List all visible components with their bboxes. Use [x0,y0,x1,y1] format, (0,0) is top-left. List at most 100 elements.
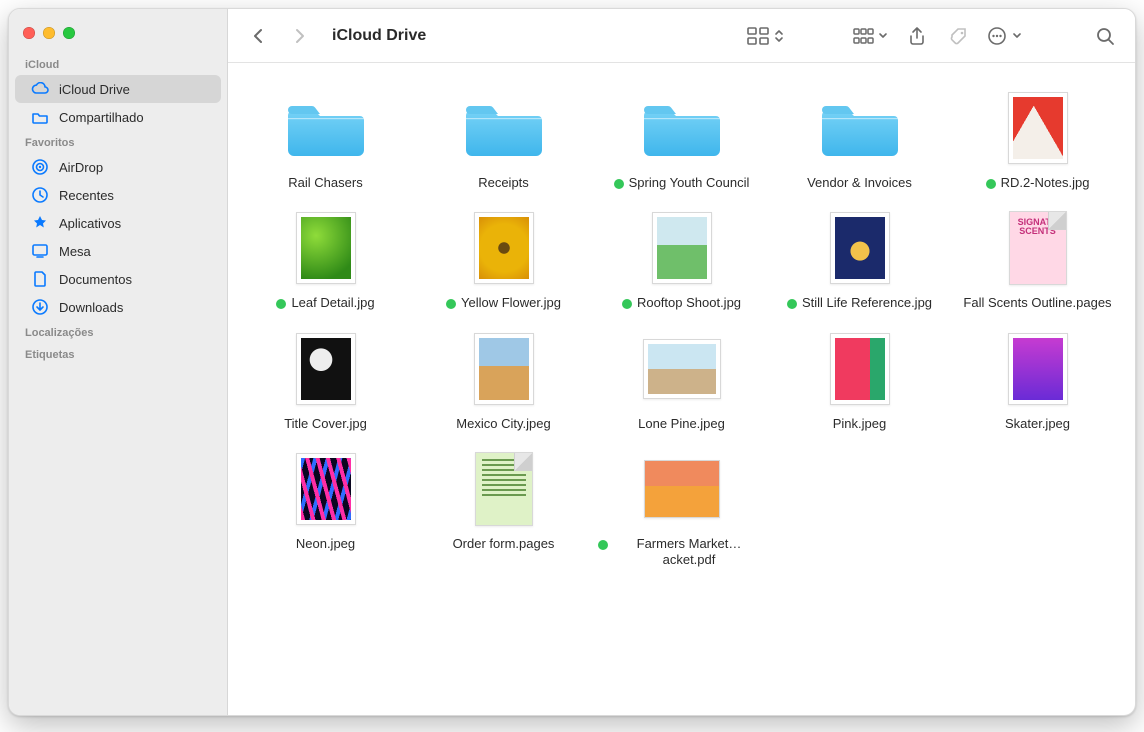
file-name-label: Farmers Market…acket.pdf [613,536,766,569]
file-thumbnail [461,326,547,412]
file-name-label: Rooftop Shoot.jpg [637,295,741,311]
file-item[interactable]: Lone Pine.jpeg [594,326,770,432]
file-thumbnail [283,326,369,412]
location-title: iCloud Drive [332,27,426,45]
file-thumbnail [639,205,725,291]
window-controls [9,17,227,53]
file-item[interactable]: Order form.pages [416,446,592,569]
folder-icon [461,85,547,171]
sidebar-item-mesa[interactable]: Mesa [15,237,221,265]
sidebar-item-compartilhado[interactable]: Compartilhado [15,103,221,131]
tag-dot-green [276,299,286,309]
documents-icon [31,270,49,288]
file-item[interactable]: Leaf Detail.jpg [238,205,414,311]
file-thumbnail [817,326,903,412]
main-pane: iCloud Drive [228,9,1135,715]
sidebar-item-aplicativos[interactable]: Aplicativos [15,209,221,237]
file-name-label: Skater.jpeg [1005,416,1070,432]
tag-dot-green [622,299,632,309]
file-item[interactable]: Title Cover.jpg [238,326,414,432]
file-item[interactable]: Mexico City.jpeg [416,326,592,432]
tag-dot-green [986,179,996,189]
tag-dot-green [787,299,797,309]
tag-dot-green [446,299,456,309]
tags-button[interactable] [945,22,973,50]
file-name-label: Mexico City.jpeg [456,416,550,432]
fullscreen-window-button[interactable] [63,27,75,39]
cloud-icon [31,82,49,96]
finder-window: iCloudiCloud DriveCompartilhadoFavoritos… [8,8,1136,716]
sidebar-section-header: Favoritos [9,131,227,153]
file-thumbnail [995,326,1081,412]
file-name-label: RD.2-Notes.jpg [1001,175,1090,191]
sidebar-item-label: Documentos [59,272,132,287]
file-name-label: Leaf Detail.jpg [291,295,374,311]
back-button[interactable] [244,22,272,50]
view-switcher[interactable] [747,27,785,45]
file-item[interactable]: RD.2-Notes.jpg [950,85,1126,191]
file-item[interactable]: Pink.jpeg [772,326,948,432]
close-window-button[interactable] [23,27,35,39]
sidebar-item-recentes[interactable]: Recentes [15,181,221,209]
sidebar-section-header: Etiquetas [9,343,227,365]
file-item[interactable]: Rooftop Shoot.jpg [594,205,770,311]
file-name-label: Spring Youth Council [629,175,750,191]
share-button[interactable] [903,22,931,50]
apps-icon [31,214,49,232]
shared-folder-icon [31,110,49,124]
file-item[interactable]: Yellow Flower.jpg [416,205,592,311]
download-icon [31,298,49,316]
sidebar-item-label: Downloads [59,300,123,315]
file-item[interactable]: SIGNATUSCENTS Fall Scents Outline.pages [950,205,1126,311]
forward-button[interactable] [286,22,314,50]
file-name-label: Pink.jpeg [833,416,886,432]
file-name-label: Still Life Reference.jpg [802,295,932,311]
sidebar-item-documentos[interactable]: Documentos [15,265,221,293]
sidebar-section-header: Localizações [9,321,227,343]
file-name-label: Title Cover.jpg [284,416,367,432]
group-by-button[interactable] [853,27,889,45]
chevron-down-icon [1011,27,1023,45]
clock-icon [31,186,49,204]
sidebar-item-label: AirDrop [59,160,103,175]
more-actions-button[interactable] [987,26,1023,46]
sidebar-item-downloads[interactable]: Downloads [15,293,221,321]
file-name-label: Fall Scents Outline.pages [963,295,1111,311]
minimize-window-button[interactable] [43,27,55,39]
desktop-icon [31,243,49,259]
sidebar-item-icloud-drive[interactable]: iCloud Drive [15,75,221,103]
file-name-label: Lone Pine.jpeg [638,416,725,432]
file-browser[interactable]: Rail Chasers Receipts Spring Youth Counc… [228,63,1135,715]
sidebar-item-label: Compartilhado [59,110,144,125]
file-thumbnail [639,446,725,532]
sidebar-item-label: Recentes [59,188,114,203]
folder-item[interactable]: Receipts [416,85,592,191]
file-thumbnail [283,446,369,532]
file-thumbnail [817,205,903,291]
chevron-down-icon [877,27,889,45]
sidebar-item-label: Aplicativos [59,216,121,231]
file-name-label: Rail Chasers [288,175,362,191]
folder-item[interactable]: Spring Youth Council [594,85,770,191]
airdrop-icon [31,158,49,176]
folder-item[interactable]: Vendor & Invoices [772,85,948,191]
tag-dot-green [598,540,608,550]
toolbar: iCloud Drive [228,9,1135,63]
sidebar-item-label: Mesa [59,244,91,259]
file-thumbnail [283,205,369,291]
file-name-label: Receipts [478,175,529,191]
file-item[interactable]: Still Life Reference.jpg [772,205,948,311]
folder-icon [283,85,369,171]
file-item[interactable]: Skater.jpeg [950,326,1126,432]
sidebar: iCloudiCloud DriveCompartilhadoFavoritos… [9,9,228,715]
search-button[interactable] [1091,22,1119,50]
tag-dot-green [614,179,624,189]
file-item[interactable]: Neon.jpeg [238,446,414,569]
file-item[interactable]: Farmers Market…acket.pdf [594,446,770,569]
folder-icon [817,85,903,171]
file-thumbnail: SIGNATUSCENTS [995,205,1081,291]
sidebar-item-airdrop[interactable]: AirDrop [15,153,221,181]
file-name-label: Vendor & Invoices [807,175,912,191]
folder-item[interactable]: Rail Chasers [238,85,414,191]
file-name-label: Yellow Flower.jpg [461,295,561,311]
